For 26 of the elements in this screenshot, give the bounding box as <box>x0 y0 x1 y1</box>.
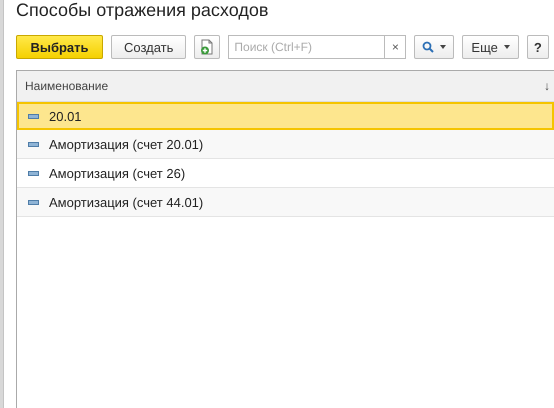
search-icon <box>422 41 434 53</box>
search-button[interactable] <box>414 35 454 59</box>
table-row[interactable]: 20.01 <box>17 102 554 130</box>
select-button[interactable]: Выбрать <box>16 35 103 59</box>
table-cell: Амортизация (счет 20.01) <box>49 136 204 152</box>
table-row[interactable]: Амортизация (счет 20.01) <box>17 130 554 159</box>
help-button[interactable]: ? <box>526 35 549 59</box>
create-button[interactable]: Создать <box>111 35 186 59</box>
more-button[interactable]: Еще <box>462 35 519 59</box>
table-cell: 20.01 <box>49 108 82 124</box>
table-row[interactable]: Амортизация (счет 44.01) <box>17 188 554 217</box>
item-icon <box>28 114 39 118</box>
table-cell: Амортизация (счет 26) <box>49 166 186 180</box>
item-icon <box>28 142 39 146</box>
item-icon <box>28 200 39 204</box>
table-cell: Амортизация (счет 44.01) <box>49 194 204 210</box>
search-field[interactable]: Поиск (Ctrl+F) × <box>228 35 406 59</box>
page-title: Способы отражения расходов <box>16 0 270 20</box>
caret-icon <box>440 45 446 49</box>
item-icon <box>28 170 39 176</box>
caret-icon <box>504 45 510 49</box>
sort-indicator[interactable]: ↓ <box>544 79 550 93</box>
add-document-icon <box>200 39 214 55</box>
clear-button[interactable]: × <box>384 36 406 58</box>
copy-button[interactable] <box>194 35 220 59</box>
column-header[interactable]: Наименование <box>25 79 108 93</box>
